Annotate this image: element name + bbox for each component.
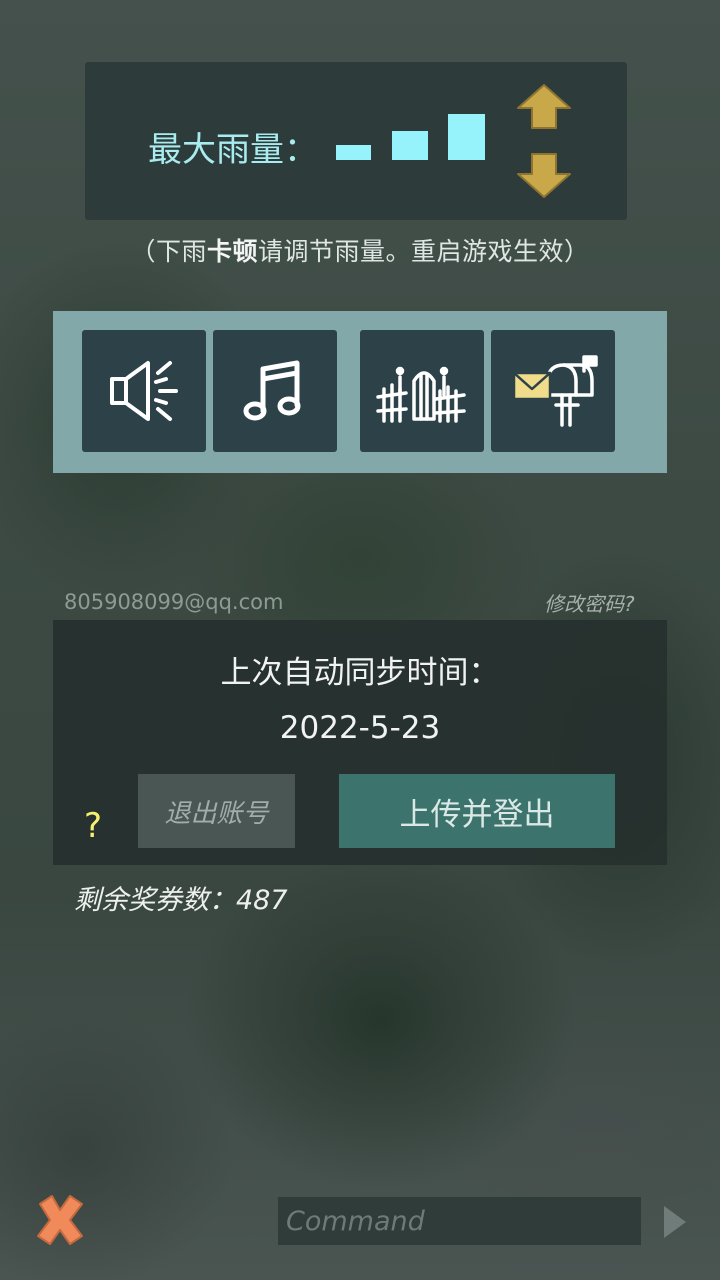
fence-icon	[376, 366, 466, 423]
command-input[interactable]	[278, 1197, 641, 1245]
rain-increase-button[interactable]	[514, 82, 574, 132]
logout-button[interactable]: 退出账号	[138, 774, 295, 848]
close-icon	[37, 1195, 83, 1245]
sound-toggle-button[interactable]	[82, 330, 206, 452]
rain-setting-note: （下雨卡顿请调节雨量。重启游戏生效）	[0, 232, 720, 268]
help-button[interactable]: ?	[84, 806, 102, 846]
fence-toggle-button[interactable]	[360, 330, 484, 452]
arrow-up-icon	[517, 84, 571, 129]
note-suffix: 请调节雨量。重启游戏生效）	[258, 237, 590, 266]
rain-amount-label: 最大雨量：	[148, 130, 318, 170]
note-bold: 卡顿	[206, 237, 258, 266]
sync-date: 2022-5-23	[279, 710, 441, 746]
rain-decrease-button[interactable]	[514, 150, 574, 200]
sync-title: 上次自动同步时间：	[220, 655, 500, 691]
mailbox-button[interactable]	[491, 330, 615, 452]
arrow-down-icon	[517, 153, 571, 198]
music-note-icon	[243, 360, 301, 421]
play-arrow-icon	[664, 1206, 686, 1238]
rain-level-medium-bar[interactable]	[392, 131, 428, 160]
note-prefix: （下雨	[130, 237, 207, 266]
mailbox-icon	[512, 355, 598, 427]
send-command-button[interactable]	[660, 1202, 690, 1242]
ticket-count: 剩余奖券数：487	[74, 885, 288, 916]
account-email: 805908099@qq.com	[64, 590, 284, 614]
music-toggle-button[interactable]	[213, 330, 337, 452]
upload-and-logout-button[interactable]: 上传并登出	[339, 774, 615, 848]
rain-level-high-bar[interactable]	[448, 114, 485, 160]
speaker-icon	[110, 361, 178, 421]
change-password-link[interactable]: 修改密码?	[544, 588, 635, 617]
close-button[interactable]	[30, 1190, 90, 1250]
rain-level-low-bar[interactable]	[336, 145, 371, 160]
